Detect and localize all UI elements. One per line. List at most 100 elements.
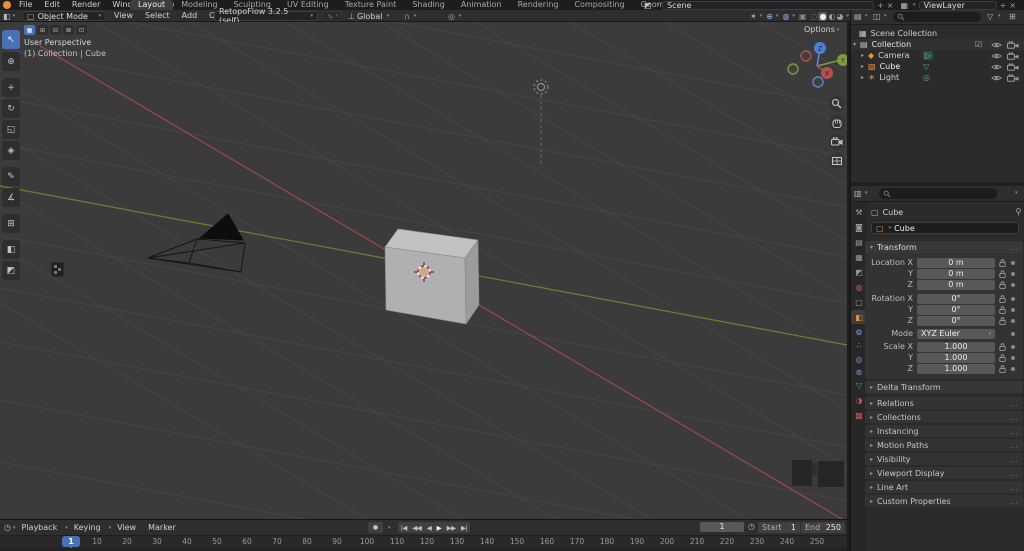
lock-icon[interactable] (998, 280, 1007, 290)
select-mode-intersect-icon[interactable]: ⊡ (76, 25, 87, 35)
mesh-data-icon[interactable]: ▽ (923, 62, 929, 71)
ghost-addon-dropdown[interactable]: ∿ ▾ (322, 11, 342, 21)
rotation-x-field[interactable]: 0° (917, 294, 995, 304)
select-mode-set-icon[interactable]: ▦ (24, 25, 35, 35)
menu-select[interactable]: Select (139, 10, 176, 22)
panel-delta-transform[interactable]: ▸ Delta Transform (865, 381, 1023, 393)
play-button[interactable]: ▶ (437, 524, 442, 532)
delete-scene-button[interactable]: × (887, 1, 894, 10)
panel-viewport-display[interactable]: ▸ Viewport Display… (865, 467, 1023, 479)
panel-motion-paths[interactable]: ▸ Motion Paths… (865, 439, 1023, 451)
menu-keying[interactable]: Keying (68, 522, 107, 534)
workspace-tab-texture-paint[interactable]: Texture Paint (337, 0, 405, 10)
tool-cursor[interactable]: ⊕ (2, 52, 20, 71)
workspace-tab-rendering[interactable]: Rendering (510, 0, 567, 10)
use-preview-range-icon[interactable]: ◷ (748, 522, 755, 531)
animate-dot[interactable] (1011, 261, 1015, 265)
panel-relations[interactable]: ▸ Relations… (865, 397, 1023, 409)
viewport-nav-buttons[interactable] (829, 96, 845, 169)
render-visibility-icon[interactable] (1007, 74, 1019, 82)
orientation-dropdown[interactable]: Global (357, 12, 383, 21)
shading-solid-icon[interactable]: ● (818, 11, 828, 21)
lock-icon[interactable] (998, 342, 1007, 352)
light-object[interactable] (533, 79, 549, 167)
light-data-icon[interactable]: ◎ (923, 73, 930, 82)
transform-panel-header[interactable]: ▾ Transform … (865, 241, 1023, 253)
panel-line-art[interactable]: ▸ Line Art… (865, 481, 1023, 493)
chevron-down-icon[interactable]: ▾ (13, 13, 16, 19)
cube-object[interactable] (384, 228, 480, 325)
snap-magnet-icon[interactable]: ∩ (404, 12, 410, 21)
expand-icon[interactable]: ▸ (861, 74, 864, 81)
workspace-tab-shading[interactable]: Shading (404, 0, 453, 10)
camera-data-icon[interactable]: ▷ (923, 51, 934, 60)
render-visibility-icon[interactable] (1007, 41, 1019, 49)
location-z-field[interactable]: 0 m (917, 280, 995, 290)
scene-icon[interactable]: ◩ (644, 1, 652, 10)
frame-end-field[interactable]: End 250 (801, 522, 845, 533)
playhead[interactable]: 1 (62, 536, 80, 547)
dark-planes[interactable] (792, 460, 844, 487)
object-name-field[interactable]: ▢ ▾ Cube (871, 222, 1019, 234)
render-visibility-icon[interactable] (1007, 63, 1019, 71)
rotation-y-field[interactable]: 0° (917, 305, 995, 315)
animate-dot[interactable] (1011, 367, 1015, 371)
current-frame-field[interactable]: 1 (700, 522, 744, 532)
chevron-down-icon[interactable]: ▾ (846, 13, 849, 19)
chevron-down-icon[interactable]: ▾ (459, 13, 462, 19)
panel-collections[interactable]: ▸ Collections… (865, 411, 1023, 423)
menu-edit[interactable]: Edit (38, 0, 66, 10)
collapse-icon[interactable]: ▾ (853, 41, 856, 48)
panel-visibility[interactable]: ▸ Visibility… (865, 453, 1023, 465)
scale-z-field[interactable]: 1.000 (917, 364, 995, 374)
tool-scale[interactable]: ◱ (2, 120, 20, 139)
chevron-down-icon[interactable]: ▾ (414, 13, 417, 19)
menu-view[interactable]: View (108, 10, 139, 22)
filter-icon[interactable]: ▽ (987, 12, 993, 21)
pin-icon[interactable] (1014, 207, 1023, 217)
menu-add[interactable]: Add (176, 10, 204, 22)
play-reverse-button[interactable]: ◀ (427, 524, 432, 532)
rotation-z-field[interactable]: 0° (917, 316, 995, 326)
gizmos-toggle-icon[interactable]: ⊕ (766, 12, 773, 21)
reference-image-marker[interactable] (50, 261, 65, 278)
menu-file[interactable]: File (13, 0, 38, 10)
proportional-editing-icon[interactable]: ◎ (448, 12, 455, 21)
rotation-mode-dropdown[interactable]: XYZ Euler ▾ (917, 329, 995, 339)
overlays-toggle-icon[interactable]: ◍ (782, 12, 789, 21)
properties-editor-icon[interactable]: ▥ (854, 189, 862, 198)
tool-annotate[interactable]: ✎ (2, 167, 20, 186)
expand-icon[interactable]: ▸ (861, 52, 864, 59)
workspace-tab-layout[interactable]: Layout (130, 0, 174, 10)
tool-retopoflow-2[interactable]: ◩ (2, 261, 20, 280)
location-y-field[interactable]: 0 m (917, 269, 995, 279)
options-dropdown[interactable]: Options ▾ (804, 25, 839, 34)
new-viewlayer-button[interactable]: + (1000, 1, 1007, 10)
lock-icon[interactable] (998, 364, 1007, 374)
lock-icon[interactable] (998, 353, 1007, 363)
workspace-tab-compositing[interactable]: Compositing (566, 0, 632, 10)
outliner-row-cube[interactable]: ▸ ▧ Cube ▽ (851, 61, 1024, 72)
outliner-search-input[interactable] (893, 12, 981, 22)
timeline-editor-icon[interactable]: ◷ (4, 523, 11, 532)
location-x-field[interactable]: 0 m (917, 258, 995, 268)
lock-icon[interactable] (998, 258, 1007, 268)
jump-to-end-button[interactable]: ▶| (461, 524, 468, 532)
hide-eye-icon[interactable] (991, 52, 1002, 60)
chevron-down-icon[interactable]: ▾ (913, 2, 916, 8)
outliner-row-collection[interactable]: ▾ ▤ Collection ☑ (851, 39, 1024, 50)
timeline-ruler[interactable]: 10 20 30 40 50 60 70 80 90 100 110 120 1… (0, 535, 847, 548)
properties-search-input[interactable] (879, 188, 997, 199)
animate-dot[interactable] (1011, 283, 1015, 287)
outliner-row-scene-collection[interactable]: ▦ Scene Collection (851, 28, 1024, 39)
tab-render[interactable]: ◙ (851, 220, 867, 234)
menu-view[interactable]: View (111, 522, 142, 534)
scale-y-field[interactable]: 1.000 (917, 353, 995, 363)
tab-tool[interactable]: ⚒ (851, 205, 867, 219)
tool-add-cube[interactable]: ⊞ (2, 214, 20, 233)
lock-icon[interactable] (998, 269, 1007, 279)
panel-options-icon[interactable]: … (1010, 243, 1018, 252)
hide-eye-icon[interactable] (991, 74, 1002, 82)
shading-rendered-icon[interactable]: ◕ (836, 12, 843, 21)
animate-dot[interactable] (1011, 319, 1015, 323)
